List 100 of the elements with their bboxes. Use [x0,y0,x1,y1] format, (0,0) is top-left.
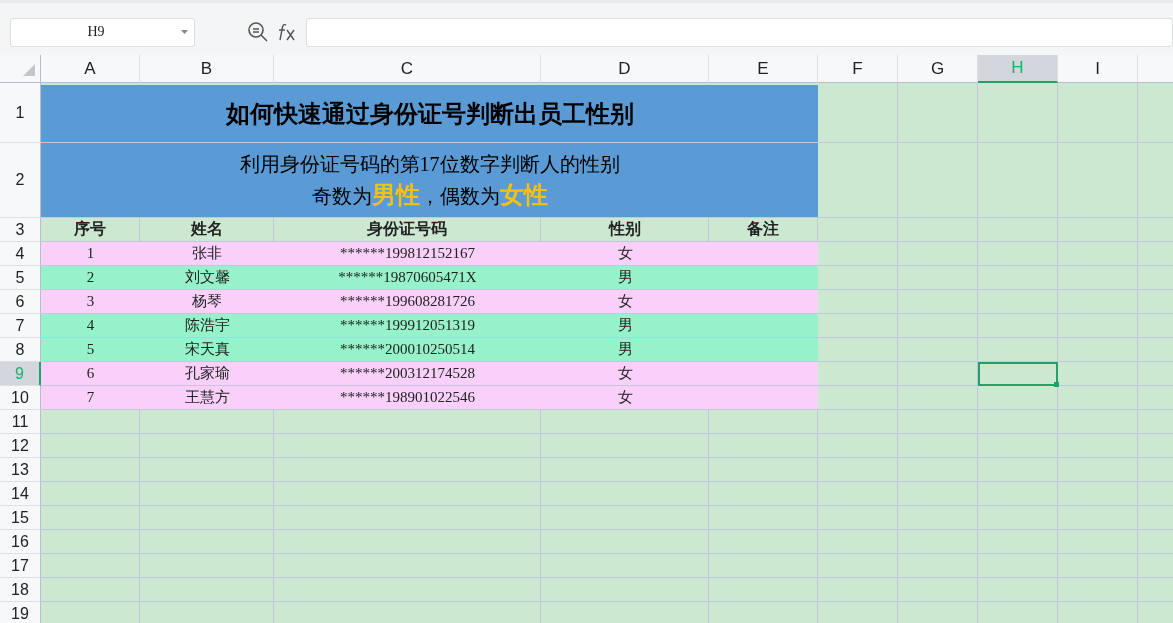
empty-cell[interactable] [978,482,1058,506]
empty-cell[interactable] [898,242,978,266]
empty-cell[interactable] [1058,266,1138,290]
empty-cell[interactable] [898,314,978,338]
empty-cell[interactable] [541,506,709,530]
empty-cell[interactable] [274,554,541,578]
empty-cell[interactable] [274,506,541,530]
empty-cell[interactable] [1058,458,1138,482]
empty-cell[interactable] [898,482,978,506]
name-box[interactable]: H9 [10,17,195,47]
empty-cell[interactable] [709,506,818,530]
empty-cell[interactable] [978,266,1058,290]
empty-cell[interactable] [818,554,898,578]
empty-cell[interactable] [541,554,709,578]
empty-cell[interactable] [1058,482,1138,506]
empty-cell[interactable] [541,530,709,554]
empty-cell[interactable] [978,314,1058,338]
empty-cell[interactable] [709,458,818,482]
row-header[interactable]: 11 [0,410,41,434]
empty-cell[interactable] [140,554,274,578]
empty-cell[interactable] [898,266,978,290]
empty-cell[interactable] [978,242,1058,266]
row-header[interactable]: 12 [0,434,41,458]
column-header[interactable]: B [140,55,274,83]
select-all-icon[interactable] [23,64,35,76]
empty-cell[interactable] [274,482,541,506]
empty-cell[interactable] [274,530,541,554]
empty-cell[interactable] [898,554,978,578]
empty-cell[interactable] [898,338,978,362]
empty-cell[interactable] [818,482,898,506]
empty-cell[interactable] [898,290,978,314]
row-header[interactable]: 3 [0,218,41,242]
empty-cell[interactable] [898,410,978,434]
empty-cell[interactable] [541,458,709,482]
empty-cell[interactable] [1058,386,1138,410]
empty-cell[interactable] [1058,242,1138,266]
empty-cell[interactable] [274,434,541,458]
empty-cell[interactable] [978,218,1058,242]
empty-cell[interactable] [978,290,1058,314]
column-header[interactable]: F [818,55,898,83]
empty-cell[interactable] [140,578,274,602]
empty-cell[interactable] [818,458,898,482]
row-header[interactable]: 6 [0,290,41,314]
empty-cell[interactable] [818,578,898,602]
empty-cell[interactable] [978,434,1058,458]
empty-cell[interactable] [1058,578,1138,602]
empty-cell[interactable] [898,83,978,143]
empty-cell[interactable] [709,482,818,506]
empty-cell[interactable] [978,458,1058,482]
empty-cell[interactable] [898,143,978,218]
column-header[interactable]: I [1058,55,1138,83]
empty-cell[interactable] [1058,143,1138,218]
column-header[interactable]: C [274,55,541,83]
selected-cell[interactable] [978,362,1058,386]
empty-cell[interactable] [1058,290,1138,314]
row-header[interactable]: 2 [0,143,41,218]
zoom-out-icon[interactable] [247,21,269,43]
empty-cell[interactable] [1058,83,1138,143]
function-icon[interactable] [277,22,297,42]
empty-cell[interactable] [541,482,709,506]
row-header[interactable]: 15 [0,506,41,530]
column-header[interactable]: G [898,55,978,83]
empty-cell[interactable] [1058,554,1138,578]
row-header[interactable]: 5 [0,266,41,290]
empty-cell[interactable] [978,410,1058,434]
empty-cell[interactable] [818,434,898,458]
row-header[interactable]: 17 [0,554,41,578]
empty-cell[interactable] [898,434,978,458]
empty-cell[interactable] [140,458,274,482]
formula-field[interactable] [306,17,1173,47]
column-header[interactable] [1138,55,1173,83]
dropdown-caret-icon[interactable] [181,30,188,34]
empty-cell[interactable] [898,506,978,530]
empty-cell[interactable] [1058,362,1138,386]
row-header[interactable]: 18 [0,578,41,602]
empty-cell[interactable] [978,530,1058,554]
empty-cell[interactable] [709,554,818,578]
empty-cell[interactable] [978,386,1058,410]
empty-cell[interactable] [978,554,1058,578]
row-header[interactable]: 10 [0,386,41,410]
empty-cell[interactable] [1058,410,1138,434]
empty-cell[interactable] [541,578,709,602]
empty-cell[interactable] [818,410,898,434]
empty-cell[interactable] [1058,530,1138,554]
empty-cell[interactable] [1058,434,1138,458]
row-header[interactable]: 19 [0,602,41,623]
empty-cell[interactable] [978,143,1058,218]
empty-cell[interactable] [1058,506,1138,530]
empty-cell[interactable] [1058,314,1138,338]
row-header[interactable]: 13 [0,458,41,482]
empty-cell[interactable] [140,506,274,530]
empty-cell[interactable] [140,482,274,506]
empty-cell[interactable] [1058,338,1138,362]
column-header[interactable]: D [541,55,709,83]
row-header[interactable]: 7 [0,314,41,338]
empty-cell[interactable] [818,530,898,554]
empty-cell[interactable] [709,530,818,554]
empty-cell[interactable] [541,434,709,458]
empty-cell[interactable] [898,362,978,386]
empty-cell[interactable] [978,578,1058,602]
